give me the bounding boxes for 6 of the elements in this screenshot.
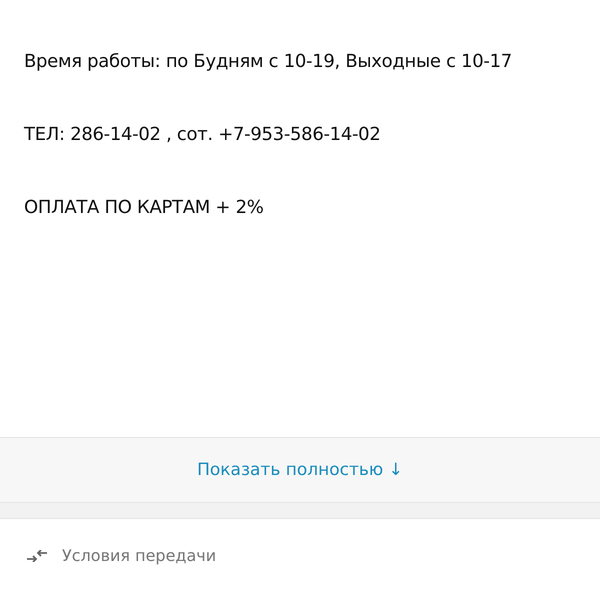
delivery-terms-label[interactable]: Условия передачи — [62, 546, 216, 565]
description-text: ТЕЛ: 286-14-02 , сот. +7-953-586-14-02 — [24, 123, 382, 147]
description-text: ОПЛАТА ПО КАРТАМ + 2% — [24, 196, 265, 220]
show-more-link[interactable]: Показать полностью ↓ — [189, 456, 411, 484]
description-text: Время работы: по Будням с 10-19, Выходные с 10-17 — [24, 50, 513, 74]
swap-arrows-icon — [26, 550, 48, 562]
